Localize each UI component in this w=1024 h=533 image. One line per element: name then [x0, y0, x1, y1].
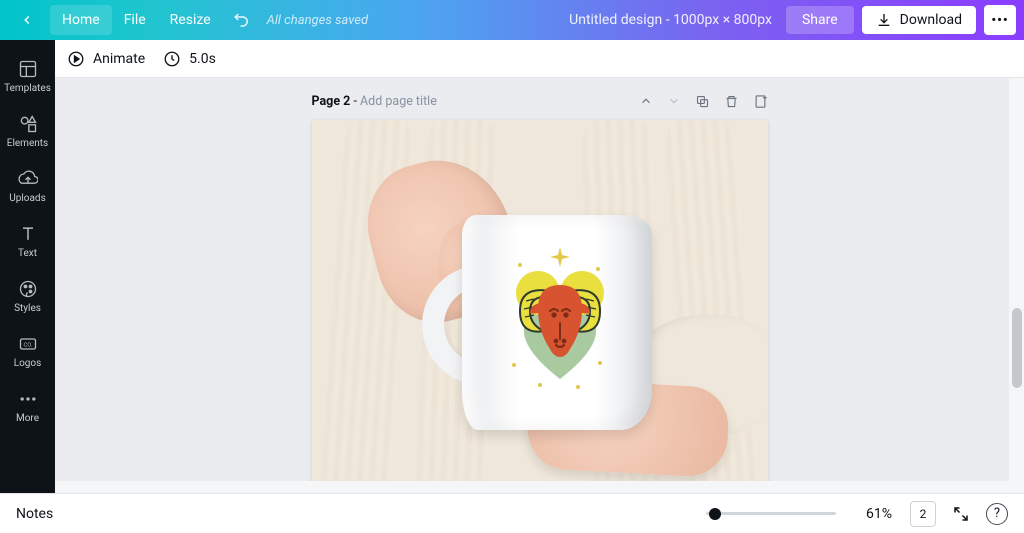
canvas-photo-background: [312, 120, 768, 485]
clock-icon: [163, 50, 181, 68]
elements-icon: [18, 114, 38, 134]
uploads-icon: [18, 169, 38, 189]
page-title[interactable]: Page 2 - Add page title: [312, 94, 437, 109]
sidebar-item-styles[interactable]: Styles: [0, 270, 55, 323]
vertical-scrollbar[interactable]: [1009, 78, 1024, 493]
sidebar-item-label: Styles: [14, 303, 41, 314]
page-title-placeholder: Add page title: [360, 94, 437, 109]
notes-button[interactable]: Notes: [16, 506, 53, 522]
sidebar-item-logos[interactable]: CO. Logos: [0, 325, 55, 378]
animate-icon: [67, 50, 85, 68]
chevron-down-icon: [667, 94, 681, 108]
scrollbar-thumb[interactable]: [1012, 308, 1022, 388]
animate-button[interactable]: Animate: [67, 50, 145, 68]
page-move-up-button[interactable]: [639, 94, 653, 108]
zoom-percent[interactable]: 61%: [852, 506, 892, 522]
sidebar-item-label: Elements: [7, 138, 48, 149]
sidebar-item-elements[interactable]: Elements: [0, 105, 55, 158]
duration-button[interactable]: 5.0s: [163, 50, 216, 68]
duration-label: 5.0s: [189, 51, 216, 67]
chevron-up-icon: [639, 94, 653, 108]
chevron-left-icon: [20, 13, 34, 27]
page-actions: [639, 94, 768, 109]
delete-page-button[interactable]: [724, 94, 739, 109]
text-icon: [18, 224, 38, 244]
header-more-button[interactable]: •••: [984, 5, 1016, 35]
fullscreen-button[interactable]: [952, 505, 970, 523]
sidebar-item-more[interactable]: More: [0, 380, 55, 433]
download-label: Download: [900, 12, 962, 28]
bottom-bar: Notes 61% 2 ?: [0, 493, 1024, 533]
context-toolbar: Animate 5.0s: [55, 40, 1024, 78]
trash-icon: [724, 94, 739, 109]
sidebar-item-label: Text: [18, 248, 37, 259]
page-sep: -: [350, 94, 360, 109]
resize-menu[interactable]: Resize: [158, 0, 223, 40]
zoom-knob[interactable]: [709, 508, 721, 520]
ellipsis-icon: •••: [991, 13, 1008, 28]
save-status: All changes saved: [267, 13, 368, 28]
back-button[interactable]: [8, 0, 46, 40]
notes-label: Notes: [16, 506, 53, 522]
ram-icon: [500, 245, 620, 395]
animate-label: Animate: [93, 51, 145, 67]
top-header: Home File Resize All changes saved Untit…: [0, 0, 1024, 40]
header-left: Home File Resize All changes saved: [8, 0, 368, 40]
help-button[interactable]: ?: [986, 503, 1008, 525]
fullscreen-icon: [952, 505, 970, 523]
zoom-slider[interactable]: [706, 512, 836, 515]
home-label: Home: [62, 12, 100, 28]
document-title[interactable]: Untitled design - 1000px × 800px: [569, 12, 772, 28]
page-move-down-button[interactable]: [667, 94, 681, 108]
undo-button[interactable]: [233, 11, 251, 29]
page-header: Page 2 - Add page title: [312, 88, 768, 114]
styles-icon: [18, 279, 38, 299]
mockup-mug: [422, 215, 642, 445]
duplicate-page-button[interactable]: [695, 94, 710, 109]
left-sidebar: Templates Elements Uploads Text Styles C…: [0, 40, 55, 493]
canvas-area: Page 2 - Add page title: [55, 78, 1024, 493]
templates-icon: [18, 59, 38, 79]
more-icon: [18, 389, 38, 409]
page-number: Page 2: [312, 94, 351, 109]
share-label: Share: [802, 12, 838, 28]
horizontal-scrollbar[interactable]: [55, 481, 1009, 493]
zoom-track[interactable]: [706, 512, 836, 515]
sidebar-item-label: Logos: [14, 358, 42, 369]
sidebar-item-text[interactable]: Text: [0, 215, 55, 268]
file-menu[interactable]: File: [112, 0, 158, 40]
resize-label: Resize: [170, 12, 211, 28]
logos-icon: CO.: [18, 334, 38, 354]
share-button[interactable]: Share: [786, 6, 854, 34]
sidebar-item-templates[interactable]: Templates: [0, 50, 55, 103]
download-button[interactable]: Download: [862, 6, 976, 34]
copy-icon: [695, 94, 710, 109]
add-page-button[interactable]: [753, 94, 768, 109]
main-area: Animate 5.0s Page 2 - Add page title: [55, 40, 1024, 493]
undo-icon: [233, 11, 251, 29]
download-icon: [876, 12, 892, 28]
page-count-button[interactable]: 2: [910, 501, 936, 527]
design-canvas[interactable]: [312, 120, 768, 485]
home-button[interactable]: Home: [50, 5, 112, 35]
sidebar-item-uploads[interactable]: Uploads: [0, 160, 55, 213]
sidebar-item-label: Templates: [4, 83, 51, 94]
sidebar-item-label: Uploads: [9, 193, 45, 204]
svg-text:CO.: CO.: [23, 343, 33, 349]
file-label: File: [124, 12, 146, 28]
help-icon: ?: [994, 506, 1000, 521]
page-count-value: 2: [920, 507, 927, 521]
ram-graphic[interactable]: [500, 245, 620, 395]
new-page-icon: [753, 94, 768, 109]
sidebar-item-label: More: [16, 413, 39, 424]
